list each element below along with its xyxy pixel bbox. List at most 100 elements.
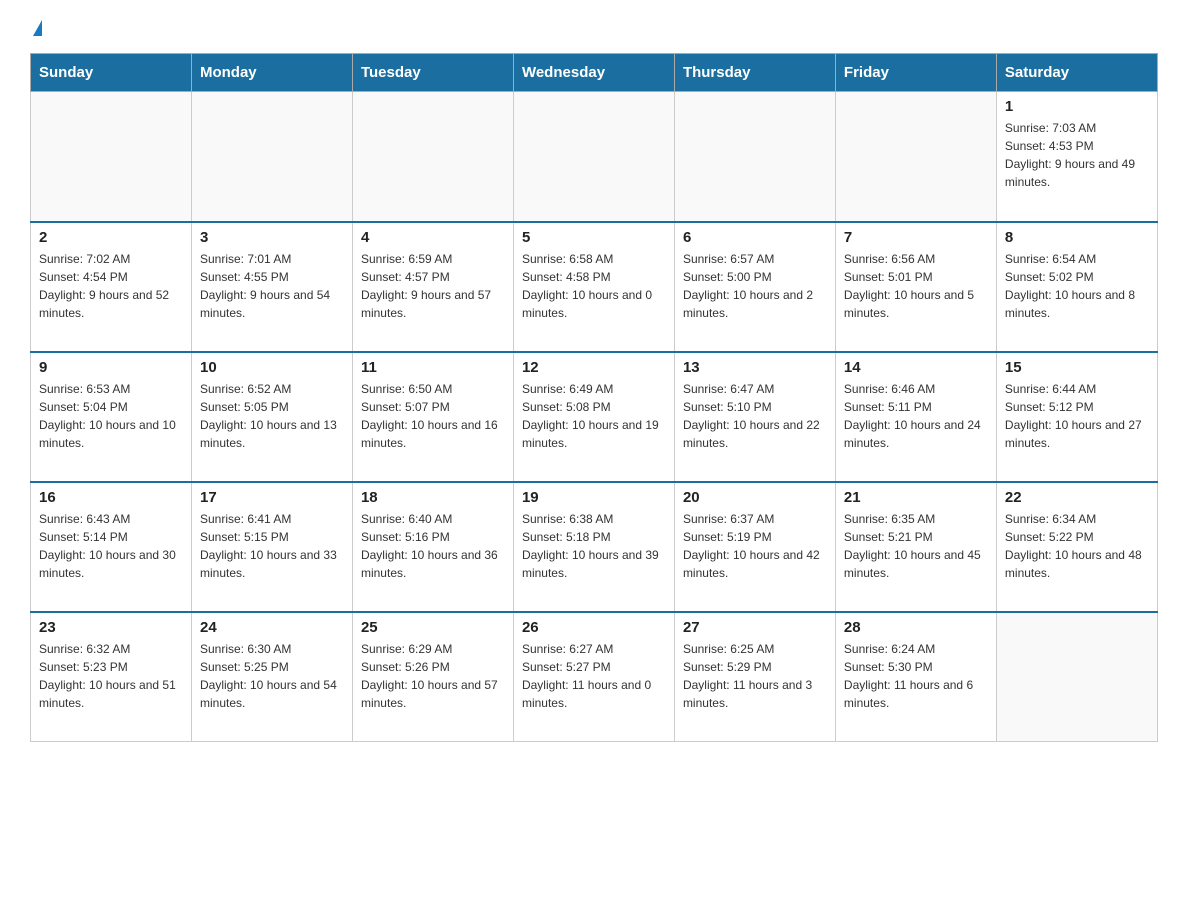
- day-number: 26: [522, 619, 666, 636]
- calendar-cell: 2Sunrise: 7:02 AMSunset: 4:54 PMDaylight…: [31, 222, 192, 352]
- day-info: Sunrise: 6:40 AMSunset: 5:16 PMDaylight:…: [361, 510, 505, 582]
- logo: [30, 20, 42, 43]
- weekday-header-row: SundayMondayTuesdayWednesdayThursdayFrid…: [31, 54, 1158, 92]
- calendar-cell: [31, 92, 192, 222]
- calendar-cell: [674, 92, 835, 222]
- day-info: Sunrise: 6:37 AMSunset: 5:19 PMDaylight:…: [683, 510, 827, 582]
- calendar-cell: [835, 92, 996, 222]
- day-number: 14: [844, 359, 988, 376]
- day-info: Sunrise: 6:35 AMSunset: 5:21 PMDaylight:…: [844, 510, 988, 582]
- day-number: 2: [39, 229, 183, 246]
- day-info: Sunrise: 6:50 AMSunset: 5:07 PMDaylight:…: [361, 380, 505, 452]
- calendar-cell: 23 Sunrise: 6:32 AMSunset: 5:23 PMDayligh…: [31, 612, 192, 742]
- day-info: Sunrise: 6:29 AMSunset: 5:26 PMDaylight:…: [361, 640, 505, 712]
- day-number: 19: [522, 489, 666, 506]
- calendar-table: SundayMondayTuesdayWednesdayThursdayFrid…: [30, 53, 1158, 742]
- day-info: Sunrise: 6:46 AMSunset: 5:11 PMDaylight:…: [844, 380, 988, 452]
- day-number: 16: [39, 489, 183, 506]
- calendar-cell: 24 Sunrise: 6:30 AMSunset: 5:25 PMDayligh…: [191, 612, 352, 742]
- calendar-cell: 7 Sunrise: 6:56 AMSunset: 5:01 PMDaylight…: [835, 222, 996, 352]
- calendar-cell: [352, 92, 513, 222]
- day-info: Sunrise: 7:01 AMSunset: 4:55 PMDaylight:…: [200, 250, 344, 322]
- weekday-header-sunday: Sunday: [31, 54, 192, 92]
- day-number: 18: [361, 489, 505, 506]
- day-number: 8: [1005, 229, 1149, 246]
- day-number: 22: [1005, 489, 1149, 506]
- day-number: 10: [200, 359, 344, 376]
- day-info: Sunrise: 6:49 AMSunset: 5:08 PMDaylight:…: [522, 380, 666, 452]
- calendar-week-row: 9 Sunrise: 6:53 AMSunset: 5:04 PMDaylight…: [31, 352, 1158, 482]
- calendar-week-row: 1 Sunrise: 7:03 AMSunset: 4:53 PMDaylight…: [31, 92, 1158, 222]
- day-number: 12: [522, 359, 666, 376]
- calendar-week-row: 23 Sunrise: 6:32 AMSunset: 5:23 PMDayligh…: [31, 612, 1158, 742]
- calendar-cell: 8 Sunrise: 6:54 AMSunset: 5:02 PMDaylight…: [996, 222, 1157, 352]
- calendar-cell: 21 Sunrise: 6:35 AMSunset: 5:21 PMDayligh…: [835, 482, 996, 612]
- calendar-cell: 25 Sunrise: 6:29 AMSunset: 5:26 PMDayligh…: [352, 612, 513, 742]
- calendar-cell: 20 Sunrise: 6:37 AMSunset: 5:19 PMDayligh…: [674, 482, 835, 612]
- calendar-cell: 13Sunrise: 6:47 AMSunset: 5:10 PMDayligh…: [674, 352, 835, 482]
- calendar-week-row: 2Sunrise: 7:02 AMSunset: 4:54 PMDaylight…: [31, 222, 1158, 352]
- calendar-cell: 19 Sunrise: 6:38 AMSunset: 5:18 PMDayligh…: [513, 482, 674, 612]
- calendar-cell: 14 Sunrise: 6:46 AMSunset: 5:11 PMDayligh…: [835, 352, 996, 482]
- day-info: Sunrise: 6:59 AMSunset: 4:57 PMDaylight:…: [361, 250, 505, 322]
- calendar-cell: 22 Sunrise: 6:34 AMSunset: 5:22 PMDayligh…: [996, 482, 1157, 612]
- day-number: 15: [1005, 359, 1149, 376]
- day-number: 27: [683, 619, 827, 636]
- day-info: Sunrise: 6:34 AMSunset: 5:22 PMDaylight:…: [1005, 510, 1149, 582]
- weekday-header-thursday: Thursday: [674, 54, 835, 92]
- day-info: Sunrise: 6:24 AMSunset: 5:30 PMDaylight:…: [844, 640, 988, 712]
- day-info: Sunrise: 6:25 AMSunset: 5:29 PMDaylight:…: [683, 640, 827, 712]
- day-number: 4: [361, 229, 505, 246]
- weekday-header-tuesday: Tuesday: [352, 54, 513, 92]
- day-info: Sunrise: 6:54 AMSunset: 5:02 PMDaylight:…: [1005, 250, 1149, 322]
- calendar-cell: 6Sunrise: 6:57 AMSunset: 5:00 PMDaylight…: [674, 222, 835, 352]
- calendar-cell: 3Sunrise: 7:01 AMSunset: 4:55 PMDaylight…: [191, 222, 352, 352]
- day-info: Sunrise: 6:52 AMSunset: 5:05 PMDaylight:…: [200, 380, 344, 452]
- weekday-header-wednesday: Wednesday: [513, 54, 674, 92]
- day-number: 13: [683, 359, 827, 376]
- calendar-cell: 15 Sunrise: 6:44 AMSunset: 5:12 PMDayligh…: [996, 352, 1157, 482]
- page-header: [30, 20, 1158, 43]
- day-number: 11: [361, 359, 505, 376]
- calendar-cell: 12 Sunrise: 6:49 AMSunset: 5:08 PMDayligh…: [513, 352, 674, 482]
- day-info: Sunrise: 6:43 AMSunset: 5:14 PMDaylight:…: [39, 510, 183, 582]
- day-info: Sunrise: 6:53 AMSunset: 5:04 PMDaylight:…: [39, 380, 183, 452]
- calendar-cell: 17 Sunrise: 6:41 AMSunset: 5:15 PMDayligh…: [191, 482, 352, 612]
- day-info: Sunrise: 6:44 AMSunset: 5:12 PMDaylight:…: [1005, 380, 1149, 452]
- calendar-cell: 11 Sunrise: 6:50 AMSunset: 5:07 PMDayligh…: [352, 352, 513, 482]
- weekday-header-monday: Monday: [191, 54, 352, 92]
- day-info: Sunrise: 6:27 AMSunset: 5:27 PMDaylight:…: [522, 640, 666, 712]
- day-number: 23: [39, 619, 183, 636]
- calendar-cell: [191, 92, 352, 222]
- day-info: Sunrise: 6:30 AMSunset: 5:25 PMDaylight:…: [200, 640, 344, 712]
- calendar-cell: 26 Sunrise: 6:27 AMSunset: 5:27 PMDayligh…: [513, 612, 674, 742]
- day-info: Sunrise: 6:58 AMSunset: 4:58 PMDaylight:…: [522, 250, 666, 322]
- day-number: 7: [844, 229, 988, 246]
- day-number: 24: [200, 619, 344, 636]
- day-info: Sunrise: 6:56 AMSunset: 5:01 PMDaylight:…: [844, 250, 988, 322]
- day-number: 9: [39, 359, 183, 376]
- calendar-cell: [996, 612, 1157, 742]
- calendar-cell: 16 Sunrise: 6:43 AMSunset: 5:14 PMDayligh…: [31, 482, 192, 612]
- calendar-cell: 5 Sunrise: 6:58 AMSunset: 4:58 PMDaylight…: [513, 222, 674, 352]
- calendar-cell: 28 Sunrise: 6:24 AMSunset: 5:30 PMDayligh…: [835, 612, 996, 742]
- day-number: 25: [361, 619, 505, 636]
- weekday-header-saturday: Saturday: [996, 54, 1157, 92]
- day-number: 6: [683, 229, 827, 246]
- day-number: 21: [844, 489, 988, 506]
- day-number: 20: [683, 489, 827, 506]
- day-number: 1: [1005, 98, 1149, 115]
- day-number: 5: [522, 229, 666, 246]
- day-info: Sunrise: 7:03 AMSunset: 4:53 PMDaylight:…: [1005, 119, 1149, 191]
- calendar-week-row: 16 Sunrise: 6:43 AMSunset: 5:14 PMDayligh…: [31, 482, 1158, 612]
- day-info: Sunrise: 6:41 AMSunset: 5:15 PMDaylight:…: [200, 510, 344, 582]
- day-info: Sunrise: 6:38 AMSunset: 5:18 PMDaylight:…: [522, 510, 666, 582]
- calendar-cell: 18 Sunrise: 6:40 AMSunset: 5:16 PMDayligh…: [352, 482, 513, 612]
- day-info: Sunrise: 6:32 AMSunset: 5:23 PMDaylight:…: [39, 640, 183, 712]
- calendar-cell: 1 Sunrise: 7:03 AMSunset: 4:53 PMDaylight…: [996, 92, 1157, 222]
- day-number: 28: [844, 619, 988, 636]
- calendar-cell: [513, 92, 674, 222]
- day-number: 17: [200, 489, 344, 506]
- calendar-cell: 27 Sunrise: 6:25 AMSunset: 5:29 PMDayligh…: [674, 612, 835, 742]
- calendar-cell: 9 Sunrise: 6:53 AMSunset: 5:04 PMDaylight…: [31, 352, 192, 482]
